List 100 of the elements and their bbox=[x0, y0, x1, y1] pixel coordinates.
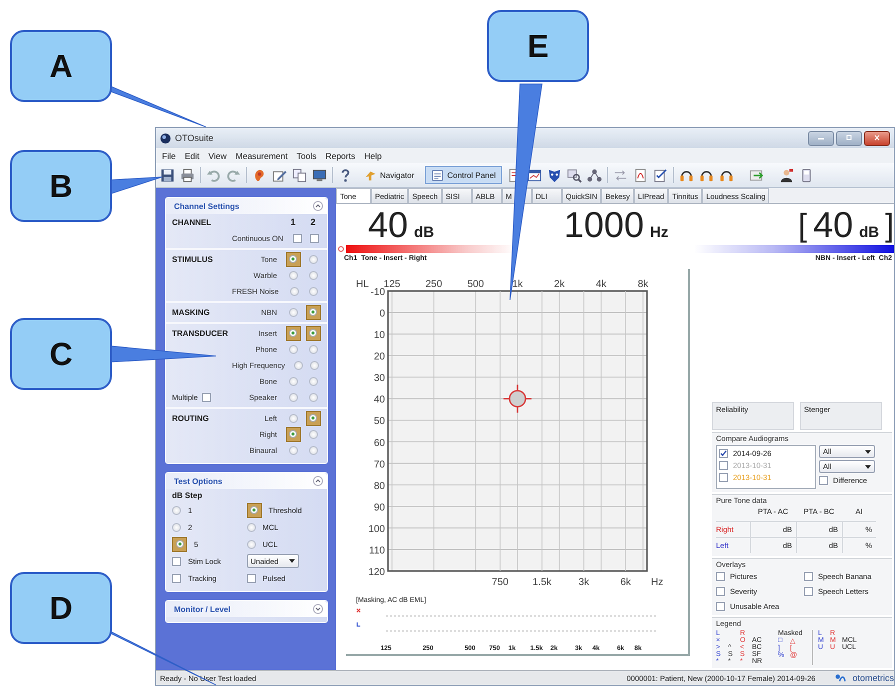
axis-tick-label: -10 bbox=[370, 287, 385, 298]
arrows-icon[interactable] bbox=[612, 168, 628, 182]
checklist-icon[interactable] bbox=[652, 168, 668, 182]
checkbox[interactable] bbox=[202, 392, 211, 402]
mask-icon[interactable] bbox=[546, 168, 562, 182]
section-title: ROUTING bbox=[172, 414, 210, 422]
undo-icon[interactable] bbox=[206, 168, 221, 182]
collapse-icon[interactable] bbox=[313, 201, 323, 211]
axis-tick-label: 0 bbox=[379, 308, 385, 320]
collapse-icon[interactable] bbox=[313, 476, 323, 486]
person-icon[interactable] bbox=[778, 168, 794, 182]
checkbox[interactable] bbox=[293, 234, 302, 242]
toolbar-button[interactable]: Navigator bbox=[358, 166, 420, 184]
radio-button[interactable] bbox=[288, 376, 298, 386]
close-button[interactable] bbox=[864, 130, 890, 146]
menu-item[interactable]: Measurement bbox=[236, 150, 288, 160]
menu-item[interactable]: Edit bbox=[184, 150, 200, 160]
menu-item[interactable]: Help bbox=[364, 150, 382, 160]
menu-item[interactable]: View bbox=[208, 150, 227, 160]
checkbox[interactable] bbox=[716, 572, 725, 581]
panel-title: Test Options bbox=[174, 476, 222, 486]
checkbox[interactable] bbox=[819, 476, 828, 485]
axis-tick-label: 8k bbox=[638, 279, 648, 290]
radio-button[interactable] bbox=[172, 522, 181, 532]
window-title: OTOsuite bbox=[175, 133, 214, 143]
panel-icon bbox=[431, 168, 444, 182]
copy-icon[interactable] bbox=[292, 168, 307, 182]
radio-button[interactable] bbox=[288, 270, 298, 280]
chart-window-icon[interactable] bbox=[526, 168, 542, 182]
axis-tick-label: 1k bbox=[512, 279, 523, 290]
checkbox[interactable] bbox=[719, 449, 728, 458]
radio-button[interactable] bbox=[308, 392, 318, 402]
radio-button[interactable] bbox=[288, 446, 298, 454]
save-icon[interactable] bbox=[160, 168, 175, 182]
checkbox[interactable] bbox=[716, 587, 725, 596]
radio-button[interactable] bbox=[308, 446, 318, 454]
section-title: TRANSDUCER bbox=[172, 328, 229, 338]
radio-button[interactable] bbox=[246, 502, 262, 518]
radio-button[interactable] bbox=[308, 344, 318, 354]
radio-button[interactable] bbox=[310, 360, 320, 370]
pdf-icon[interactable] bbox=[632, 168, 648, 182]
radio-button[interactable] bbox=[288, 392, 298, 402]
bracket: [ bbox=[798, 206, 808, 244]
callout-label: B bbox=[10, 150, 112, 222]
minimize-icon bbox=[816, 135, 826, 141]
left-ear-marker-icon bbox=[356, 622, 361, 627]
radio-button[interactable] bbox=[294, 360, 304, 370]
frequency-label: 6k bbox=[620, 577, 631, 588]
radio-button[interactable] bbox=[286, 326, 300, 340]
radio-button[interactable] bbox=[288, 414, 298, 422]
radio-button[interactable] bbox=[288, 344, 298, 354]
radio-button[interactable] bbox=[286, 426, 300, 442]
network-icon[interactable] bbox=[586, 168, 602, 182]
menu-item[interactable]: Reports bbox=[325, 150, 356, 160]
radio-button[interactable] bbox=[246, 522, 256, 532]
monitor-icon[interactable] bbox=[312, 168, 327, 182]
collapse-icon[interactable] bbox=[313, 604, 323, 614]
radio-button[interactable] bbox=[308, 286, 318, 296]
checkbox[interactable] bbox=[172, 574, 181, 582]
redo-icon[interactable] bbox=[226, 168, 241, 182]
checkbox[interactable] bbox=[310, 234, 320, 242]
toolbar-button[interactable]: Control Panel bbox=[425, 166, 502, 184]
magnifier-icon[interactable] bbox=[566, 168, 582, 182]
minimize-button[interactable] bbox=[808, 130, 834, 146]
radio-button[interactable] bbox=[308, 270, 318, 280]
right-ear-marker-icon bbox=[356, 608, 361, 613]
callout-label: A bbox=[10, 30, 112, 102]
radio-button[interactable] bbox=[172, 506, 181, 514]
axis-tick-label: 125 bbox=[384, 279, 400, 290]
section-title: CHANNEL bbox=[172, 218, 212, 226]
radio-button[interactable] bbox=[288, 308, 298, 316]
radio-button[interactable] bbox=[306, 410, 320, 426]
checkbox[interactable] bbox=[804, 572, 813, 581]
radio-button[interactable] bbox=[306, 304, 320, 320]
radio-button[interactable] bbox=[308, 430, 318, 438]
print-icon[interactable] bbox=[180, 168, 195, 182]
axis-tick-label: 100 bbox=[368, 524, 385, 535]
axis-tick-label: 70 bbox=[374, 459, 385, 470]
radio-button[interactable] bbox=[172, 536, 187, 552]
maximize-button[interactable] bbox=[836, 130, 862, 146]
checkbox[interactable] bbox=[172, 556, 181, 566]
unit-label: dB bbox=[414, 224, 434, 243]
checkbox[interactable] bbox=[719, 461, 728, 470]
checkbox[interactable] bbox=[716, 602, 725, 611]
radio-button[interactable] bbox=[306, 326, 320, 340]
checkbox[interactable] bbox=[804, 587, 813, 596]
callout-pointer bbox=[110, 176, 162, 195]
checkbox[interactable] bbox=[719, 473, 728, 482]
export-icon[interactable] bbox=[748, 168, 764, 182]
radio-button[interactable] bbox=[308, 376, 318, 386]
checkbox[interactable] bbox=[246, 574, 256, 582]
unit-label: dB bbox=[859, 224, 880, 243]
menu-item[interactable]: File bbox=[162, 150, 176, 160]
callout-label: E bbox=[487, 10, 589, 82]
axis-tick-label: 50 bbox=[374, 416, 385, 428]
menu-item[interactable]: Tools bbox=[296, 150, 316, 160]
radio-button[interactable] bbox=[308, 254, 318, 264]
radio-button[interactable] bbox=[286, 252, 300, 266]
radio-button[interactable] bbox=[290, 286, 299, 296]
radio-button[interactable] bbox=[246, 540, 256, 548]
